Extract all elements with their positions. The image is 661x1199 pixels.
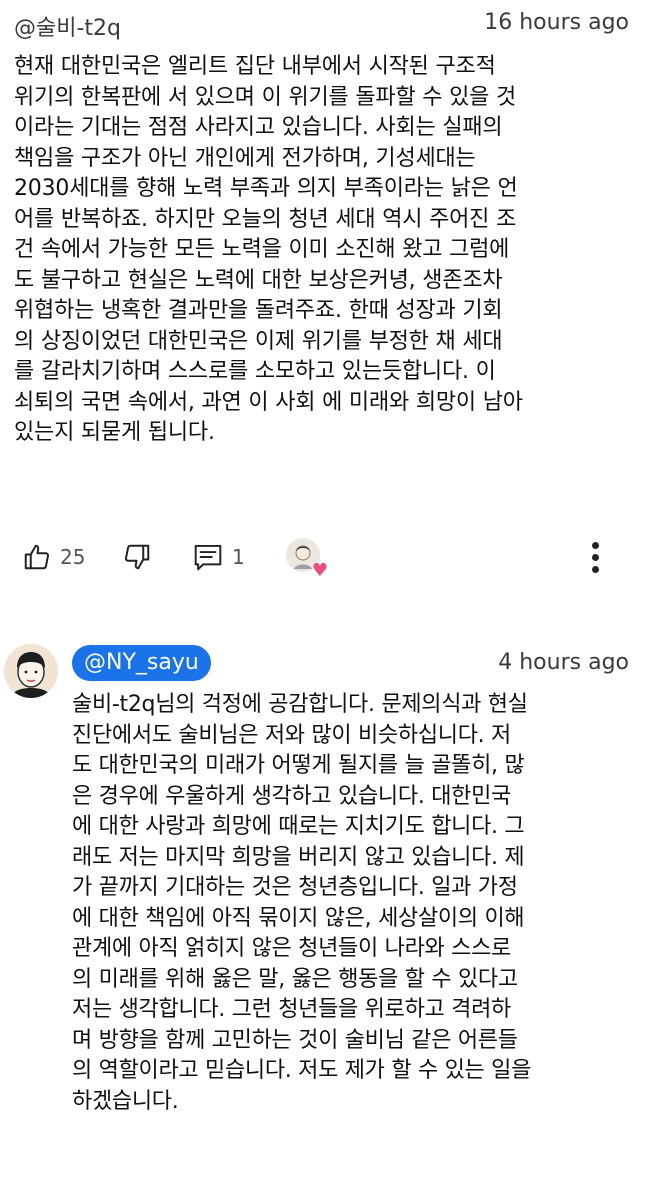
avatar-face-icon xyxy=(4,644,58,698)
comment-icon xyxy=(192,542,224,572)
comment-author[interactable]: @술비-t2q xyxy=(14,10,121,42)
comment-timestamp[interactable]: 16 hours ago xyxy=(484,10,629,35)
more-options-button[interactable] xyxy=(584,540,608,576)
more-vertical-icon xyxy=(592,542,599,549)
heart-icon: ♥ xyxy=(311,560,328,581)
thumbs-up-icon xyxy=(22,542,52,572)
creator-heart-badge[interactable]: ♥ xyxy=(286,538,328,580)
reply-avatar[interactable] xyxy=(4,644,58,698)
reply-timestamp[interactable]: 4 hours ago xyxy=(498,650,629,675)
reply-text: 술비-t2q님의 걱정에 공감합니다. 문제의식과 현실 진단에서도 술비님은 … xyxy=(72,692,532,1114)
comment-text: 현재 대한민국은 엘리트 집단 내부에서 시작된 구조적 위기의 한복판에 서 … xyxy=(14,54,523,445)
dislike-button[interactable] xyxy=(122,532,152,582)
reply-count: 1 xyxy=(232,545,245,569)
like-count: 25 xyxy=(60,545,86,569)
reply-author-badge[interactable]: @NY_sayu xyxy=(72,645,211,681)
thumbs-down-icon xyxy=(122,542,152,572)
like-button[interactable]: 25 xyxy=(22,532,85,582)
reply-button[interactable]: 1 xyxy=(192,532,245,582)
comment-action-bar: 25 1 ♥ xyxy=(0,532,661,582)
